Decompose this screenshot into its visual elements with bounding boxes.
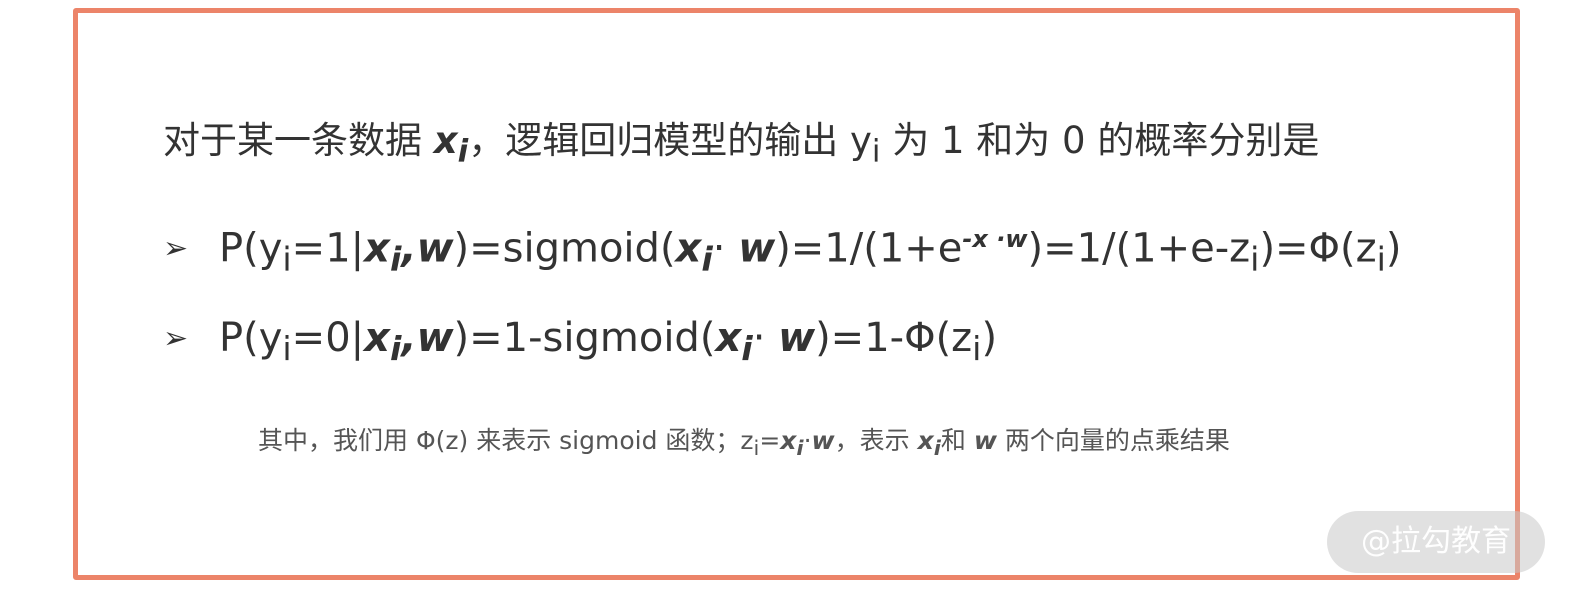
formula-line-2: ➢ P(yi=0|xi,w)=1-sigmoid(xi· w)=1-Φ(zi) <box>163 312 997 375</box>
x-variable: x <box>364 315 390 361</box>
y-subscript: i <box>282 239 292 279</box>
x-variable: x <box>675 225 702 272</box>
formula-text: ) <box>981 315 998 361</box>
x-variable: x <box>364 225 390 272</box>
formula-text: =0| <box>291 315 365 361</box>
z-subscript: i <box>1376 239 1386 279</box>
exponent: -x ·w <box>962 225 1028 253</box>
arrow-bullet-icon: ➢ <box>163 321 189 356</box>
note-text: 两个向量的点乘结果 <box>996 426 1230 455</box>
x-subscript: i <box>796 436 804 460</box>
heading-text: ，逻辑回归模型的输出 y <box>468 119 872 162</box>
x-subscript: i <box>741 329 753 368</box>
x-subscript: i <box>389 329 402 368</box>
x-subscript: i <box>933 436 941 460</box>
slide-heading: 对于某一条数据 xi，逻辑回归模型的输出 yi 为 1 和为 0 的概率分别是 <box>163 116 1319 176</box>
arrow-bullet-icon: ➢ <box>163 231 189 267</box>
formula-text: )=1-sigmoid( <box>453 315 716 361</box>
formula-text: )=sigmoid( <box>453 225 676 272</box>
formula-text: =1| <box>291 225 365 272</box>
note-text: 和 <box>940 426 974 455</box>
x-subscript: i <box>457 133 469 170</box>
dot-operator: · <box>752 315 779 361</box>
w-variable: w <box>738 225 776 272</box>
formula-text: P(y <box>219 225 283 272</box>
footnote: 其中，我们用 Φ(z) 来表示 sigmoid 函数；zi=xi·w，表示 xi… <box>258 423 1230 466</box>
formula-text: )=Φ(z <box>1259 225 1377 272</box>
x-variable: x <box>780 426 797 455</box>
heading-text: 为 1 和为 0 的概率分别是 <box>880 119 1320 162</box>
formula-text: P(y <box>219 315 283 361</box>
dot-operator: · <box>803 426 812 455</box>
lagou-watermark: @拉勾教育 <box>1327 511 1545 573</box>
formula-text: )=1-Φ(z <box>815 315 973 361</box>
formula-line-1: ➢ P(yi=1|xi,w)=sigmoid(xi· w)=1/(1+e-x ·w… <box>163 213 1402 285</box>
formula-text: ) <box>1385 225 1402 272</box>
formula-text: )=1/(1+e-z <box>1027 225 1251 272</box>
x-subscript: i <box>389 239 402 279</box>
w-variable: w <box>811 426 835 455</box>
w-variable: w <box>778 315 816 361</box>
note-text: = <box>759 426 781 455</box>
w-variable: w <box>416 225 454 272</box>
formula-comma: , <box>401 315 417 361</box>
y-subscript: i <box>282 329 292 368</box>
note-text: 其中，我们用 Φ(z) 来表示 sigmoid 函数；z <box>258 426 754 455</box>
x-variable: x <box>433 119 458 162</box>
formula-comma: , <box>401 225 417 272</box>
dot-operator: · <box>712 225 739 272</box>
x-variable: x <box>917 426 934 455</box>
heading-text: 对于某一条数据 <box>163 119 434 162</box>
note-text: ，表示 <box>834 426 918 455</box>
w-variable: w <box>416 315 454 361</box>
formula-text: )=1/(1+e <box>775 225 963 272</box>
slide-frame: 对于某一条数据 xi，逻辑回归模型的输出 yi 为 1 和为 0 的概率分别是 … <box>73 8 1520 580</box>
x-subscript: i <box>701 239 713 279</box>
w-variable: w <box>973 426 997 455</box>
x-variable: x <box>715 315 742 361</box>
